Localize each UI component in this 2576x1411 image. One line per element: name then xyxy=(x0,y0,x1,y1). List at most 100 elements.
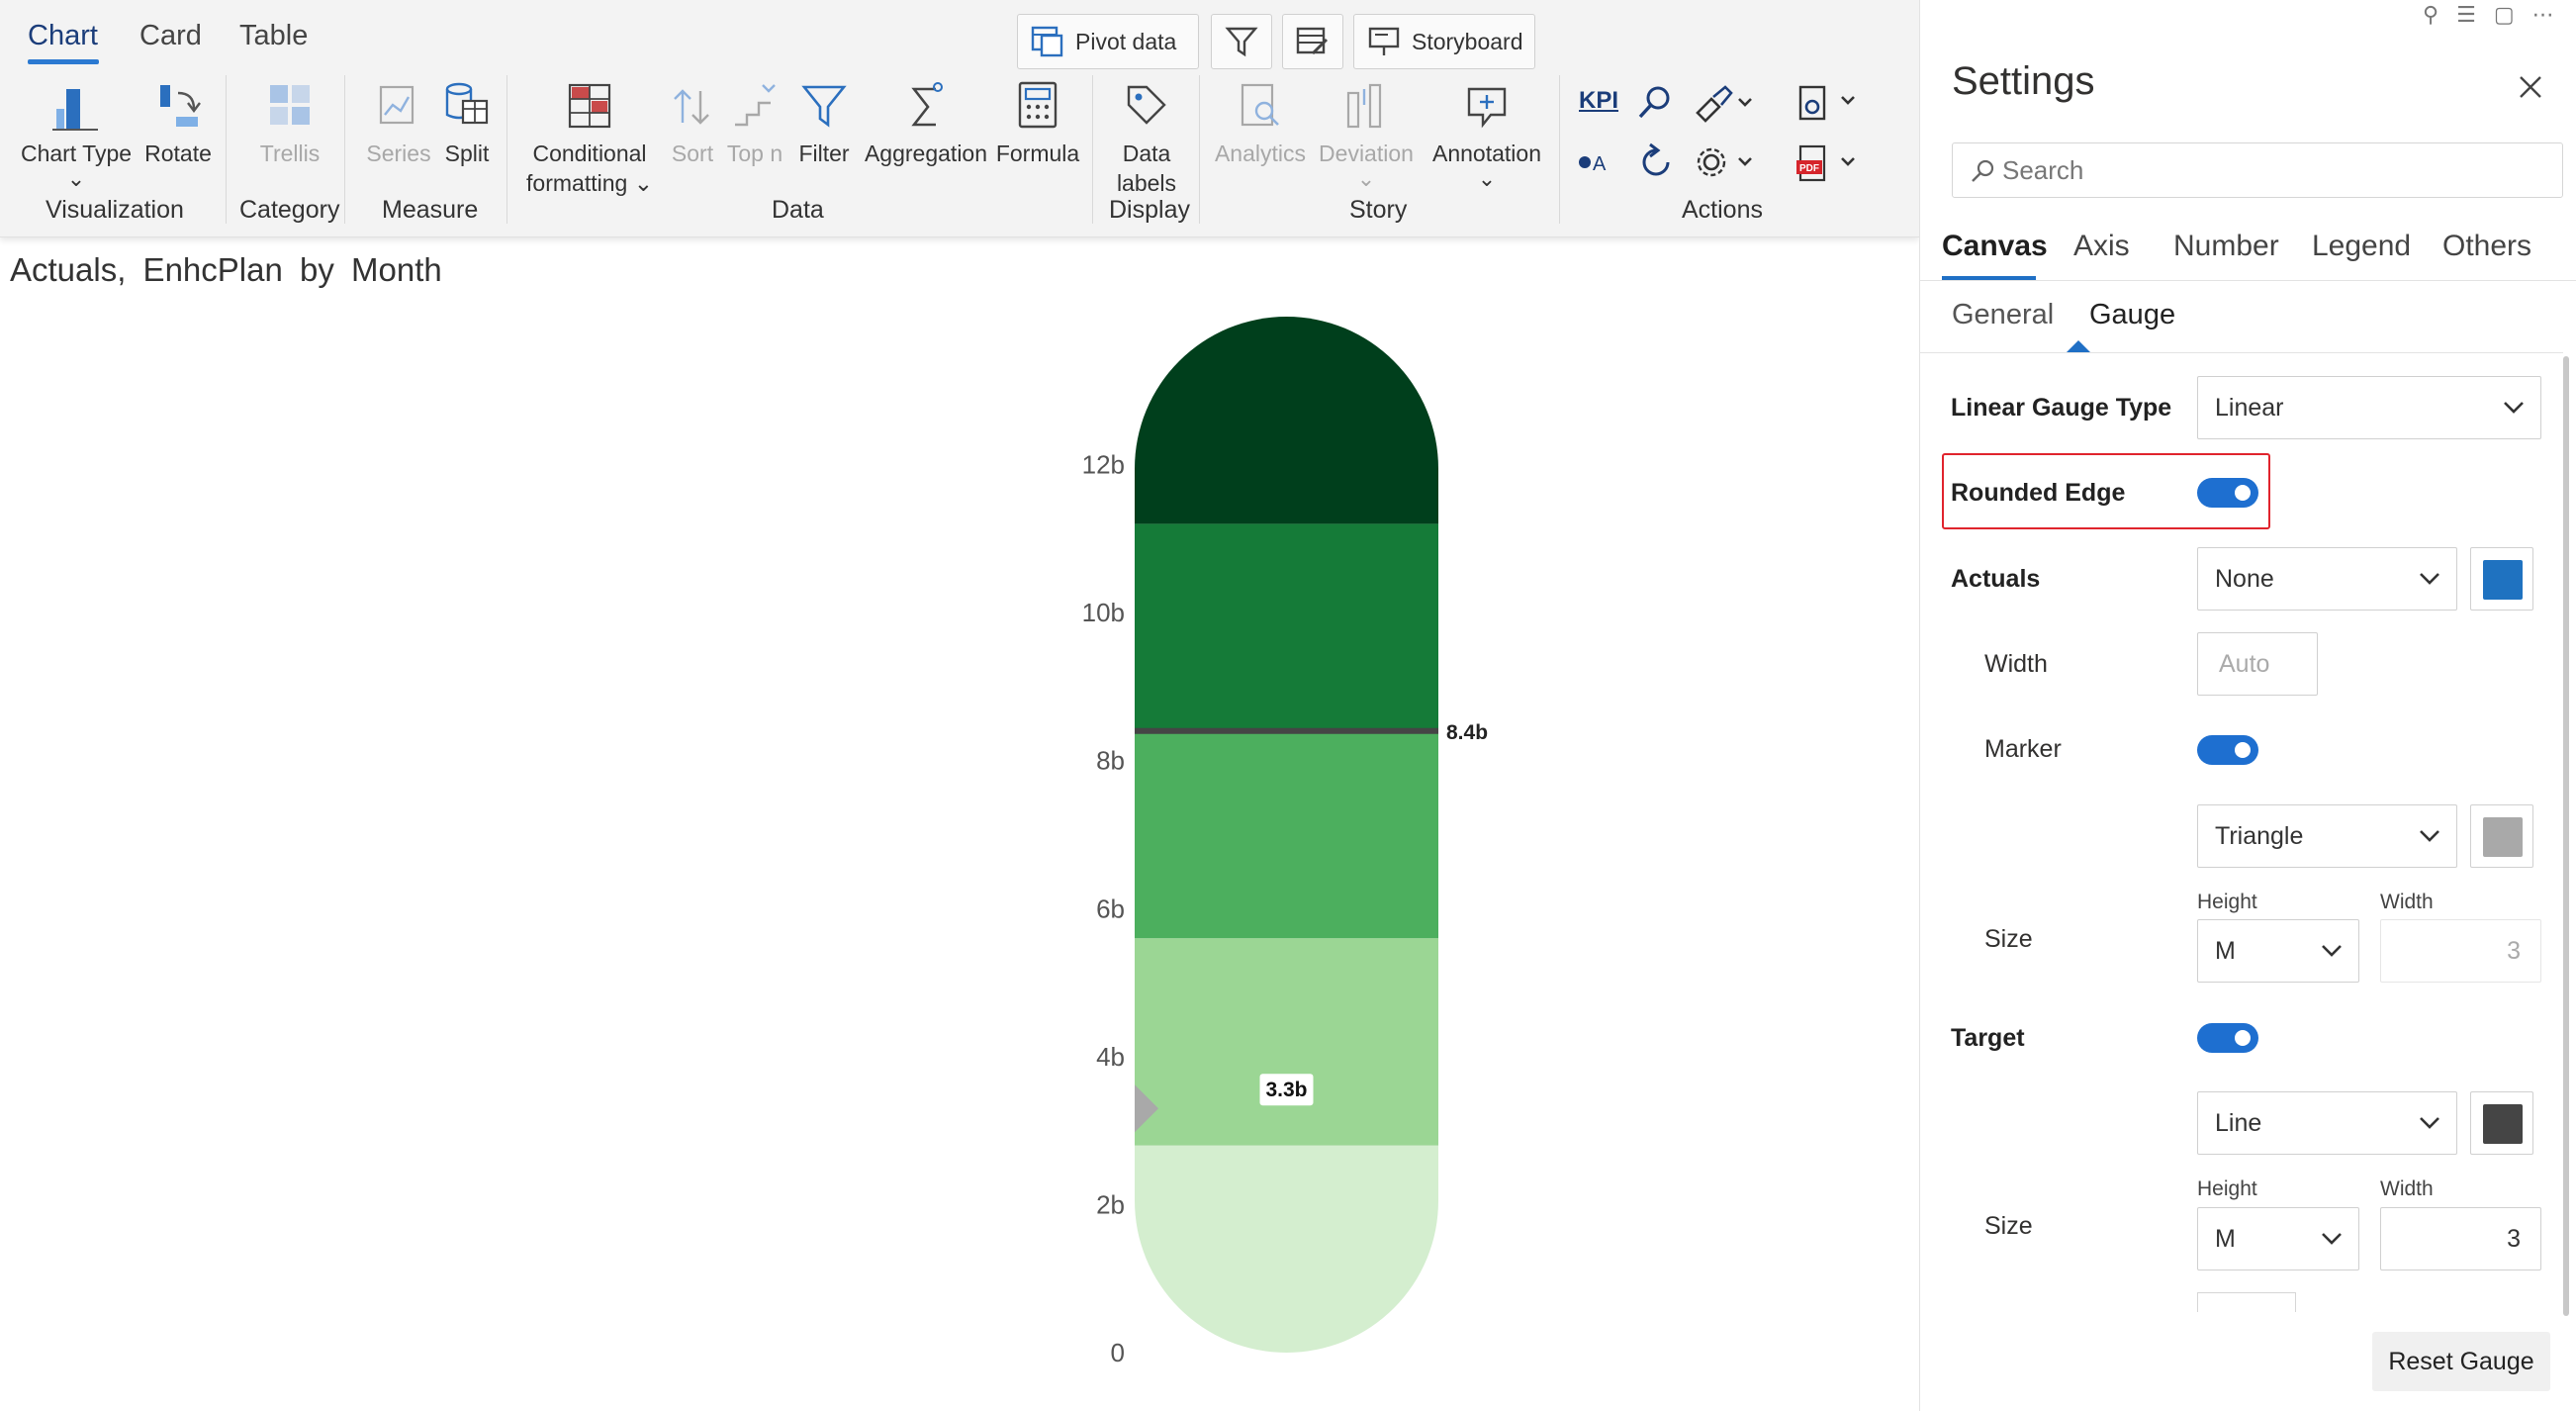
target-value-label: 8.4b xyxy=(1446,721,1488,744)
group-data: Data xyxy=(772,196,824,224)
storyboard-button[interactable]: Storyboard xyxy=(1353,14,1535,69)
subtab-general[interactable]: General xyxy=(1952,299,2054,331)
label-toggle-icon[interactable]: A xyxy=(1577,144,1616,180)
marker-label: Marker xyxy=(1984,735,2062,763)
series-button[interactable]: Series xyxy=(358,79,439,168)
target-height-select[interactable]: M xyxy=(2197,1207,2359,1270)
chevron-down-icon xyxy=(2420,830,2439,842)
tab-table[interactable]: Table xyxy=(239,20,308,52)
series-label: Series xyxy=(366,141,431,166)
kpi-button[interactable]: KPI xyxy=(1579,87,1618,115)
export-settings-icon[interactable] xyxy=(1794,83,1860,123)
tab-legend[interactable]: Legend xyxy=(2312,230,2411,263)
close-icon[interactable] xyxy=(2517,73,2544,101)
target-size-label: Size xyxy=(1984,1212,2033,1240)
pdf-export-icon[interactable]: PDF xyxy=(1794,144,1860,184)
sort-button[interactable]: Sort xyxy=(665,79,720,168)
filter-settings-button[interactable] xyxy=(1211,14,1272,69)
tab-chart[interactable]: Chart xyxy=(28,20,98,52)
analytics-button[interactable]: Analytics xyxy=(1213,79,1308,168)
deviation-icon xyxy=(1346,83,1382,129)
search-icon xyxy=(1972,159,1994,182)
annotation-button[interactable]: Annotation ⌄ xyxy=(1425,79,1549,190)
pivot-data-button[interactable]: Pivot data xyxy=(1017,14,1199,69)
linear-gauge-type-select[interactable]: Linear xyxy=(2197,376,2541,439)
search-input[interactable]: Search xyxy=(1952,142,2563,198)
search-zoom-icon[interactable] xyxy=(1634,83,1674,123)
marker-toggle[interactable] xyxy=(2197,735,2258,765)
target-height-value: M xyxy=(2215,1225,2236,1253)
tag-icon xyxy=(1127,85,1166,125)
scrollbar[interactable] xyxy=(2563,356,2569,1316)
chart-type-label: Chart Type xyxy=(20,141,133,166)
subtab-gauge[interactable]: Gauge xyxy=(2089,299,2175,331)
tab-canvas[interactable]: Canvas xyxy=(1942,230,2048,263)
deviation-button[interactable]: Deviation ⌄ xyxy=(1312,79,1421,190)
sort-label: Sort xyxy=(671,141,714,166)
chart-type-button[interactable]: Chart Type ⌄ xyxy=(14,79,138,190)
topn-button[interactable]: Top n xyxy=(722,79,787,168)
subtab-divider xyxy=(1920,352,2563,353)
pivot-data-label: Pivot data xyxy=(1075,28,1177,54)
formula-button[interactable]: Formula xyxy=(993,79,1082,168)
data-labels-label-1: Data xyxy=(1122,141,1171,166)
gear-icon[interactable] xyxy=(1692,142,1757,182)
brush-icon[interactable] xyxy=(1692,83,1755,123)
marker-shape-select[interactable]: Triangle xyxy=(2197,804,2457,868)
chevron-down-icon: ⌄ xyxy=(1356,166,1376,191)
funnel-gear-icon xyxy=(1225,27,1258,57)
axis-tick-label: 8b xyxy=(1096,746,1125,776)
chevron-down-icon xyxy=(2322,1233,2342,1245)
deviation-label: Deviation xyxy=(1319,141,1414,166)
filter-icon xyxy=(801,85,847,128)
target-width-label: Width xyxy=(2380,1177,2434,1200)
linear-gauge-chart: 0 2b 4b 6b 8b 10b 12b 8.4b 3.3b xyxy=(1082,317,1488,1367)
tab-axis[interactable]: Axis xyxy=(2073,230,2130,263)
marker-width-value: 3 xyxy=(2507,937,2521,965)
axis-tick-label: 10b xyxy=(1082,598,1125,627)
chevron-down-icon xyxy=(2420,1117,2439,1129)
actuals-label: Actuals xyxy=(1951,565,2041,593)
marker-color-picker[interactable] xyxy=(2470,804,2533,868)
marker-height-select[interactable]: M xyxy=(2197,919,2359,983)
panel-window-controls[interactable]: ⚲☰▢⋯ xyxy=(2423,2,2572,28)
linear-gauge-type-label: Linear Gauge Type xyxy=(1951,394,2172,422)
filter-button[interactable]: Filter xyxy=(791,79,857,168)
truncated-input[interactable] xyxy=(2197,1292,2296,1312)
axis-tick-label: 0 xyxy=(1111,1338,1125,1367)
reset-gauge-button[interactable]: Reset Gauge xyxy=(2372,1332,2550,1391)
data-labels-button[interactable]: Data labels xyxy=(1106,79,1187,198)
group-story: Story xyxy=(1349,196,1408,224)
tab-divider xyxy=(1920,280,2576,281)
axis-tick-label: 12b xyxy=(1082,450,1125,480)
tab-chart-underline xyxy=(28,59,99,64)
actuals-select[interactable]: None xyxy=(2197,547,2457,611)
conditional-formatting-button[interactable]: Conditional formatting ⌄ xyxy=(520,79,659,198)
trellis-button[interactable]: Trellis xyxy=(245,79,334,168)
marker-width-input[interactable]: 3 xyxy=(2380,919,2541,983)
target-shape-select[interactable]: Line xyxy=(2197,1091,2457,1155)
filter-label: Filter xyxy=(798,141,850,166)
settings-title: Settings xyxy=(1952,59,2095,103)
width-input[interactable]: Auto xyxy=(2197,632,2318,696)
annotation-label: Annotation xyxy=(1432,141,1541,166)
split-button[interactable]: Split xyxy=(435,79,499,168)
actuals-color-swatch xyxy=(2483,560,2523,600)
tab-others[interactable]: Others xyxy=(2442,230,2531,263)
aggregation-button[interactable]: Aggregation xyxy=(861,79,991,168)
ribbon-separator xyxy=(226,75,227,224)
actuals-color-picker[interactable] xyxy=(2470,547,2533,611)
table-edit-button[interactable] xyxy=(1282,14,1343,69)
target-toggle[interactable] xyxy=(2197,1023,2258,1053)
target-width-input[interactable]: 3 xyxy=(2380,1207,2541,1270)
series-icon xyxy=(379,85,414,125)
group-display: Display xyxy=(1109,196,1190,224)
chevron-down-icon: ⌄ xyxy=(66,166,86,191)
tab-card[interactable]: Card xyxy=(139,20,202,52)
target-color-picker[interactable] xyxy=(2470,1091,2533,1155)
refresh-icon[interactable] xyxy=(1636,142,1676,182)
rounded-edge-toggle[interactable] xyxy=(2197,478,2258,508)
tab-number[interactable]: Number xyxy=(2173,230,2279,263)
trellis-icon xyxy=(270,85,310,125)
rotate-button[interactable]: Rotate xyxy=(138,79,218,168)
